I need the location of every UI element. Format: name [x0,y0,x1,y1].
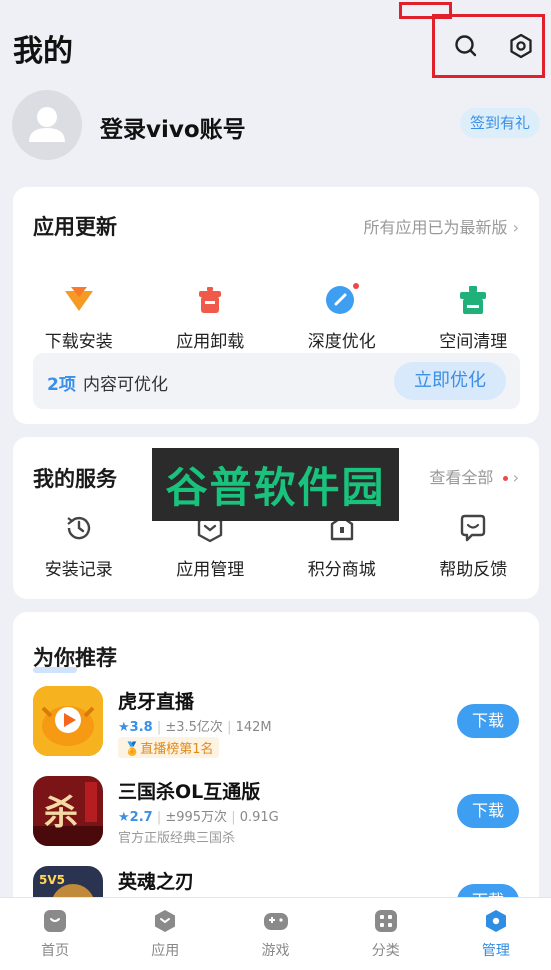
action-uninstall[interactable]: 应用卸载 [145,283,277,352]
service-help-feedback[interactable]: 帮助反馈 [408,511,540,580]
app-name: 三国杀OL互通版 [118,781,261,803]
service-points-mall[interactable]: 积分商城 [276,511,408,580]
svg-text:杀: 杀 [44,793,78,833]
tab-label: 管理 [481,943,510,959]
top-header: 我的 [0,0,551,90]
tab-manage[interactable]: 管理 [441,898,551,970]
chevron-right-icon: › [512,218,519,237]
app-rating: 3.8 [129,720,153,735]
svg-text:5V5: 5V5 [39,873,65,887]
download-button[interactable]: 下载 [457,704,519,738]
app-update-card: 应用更新 所有应用已为最新版 › 下载安装 应用卸载 深度优化 空间清理 2项 … [13,187,539,424]
recommend-app-row[interactable]: 虎牙直播 ★3.8 | ±3.5亿次 | 142M 🏅直播榜第1名 下载 [33,686,519,758]
service-label: 安装记录 [44,560,113,580]
star-icon: ★ [118,720,130,735]
page-title: 我的 [13,34,73,69]
title-underline [33,667,77,673]
app-rank-tag: 🏅直播榜第1名 [118,737,220,758]
action-label: 下载安装 [44,332,113,352]
app-size: 142M [235,720,272,735]
avatar[interactable] [12,90,82,160]
optimize-text: 内容可优化 [83,375,168,395]
my-services-title: 我的服务 [33,467,117,491]
service-app-manage[interactable]: 应用管理 [145,511,277,580]
medal-icon: 🏅 [124,742,141,757]
app-icon-huya[interactable] [33,686,103,756]
tab-label: 首页 [41,943,70,959]
tab-category[interactable]: 分类 [331,898,441,970]
app-update-status-link[interactable]: 所有应用已为最新版 › [363,214,519,238]
history-icon [62,511,96,545]
app-name: 英魂之刃 [118,871,195,893]
uninstall-icon [193,283,227,317]
search-icon [455,35,477,57]
home-icon [42,908,68,934]
download-button[interactable]: 下载 [457,794,519,828]
app-name: 虎牙直播 [118,691,195,713]
app-icon-sanguosha[interactable]: 杀 [33,776,103,846]
view-all-text: 查看全部 [429,468,494,487]
app-downloads: ±995万次 [165,810,228,825]
optimize-bar: 2项 内容可优化 立即优化 [33,353,520,409]
download-install-icon [62,283,96,317]
tab-label: 应用 [151,943,180,959]
app-size: 0.91G [239,810,279,825]
optimize-count: 2项 [47,375,76,395]
app-rating: 2.7 [129,810,153,825]
services-grid: 安装记录 应用管理 积分商城 帮助反馈 [13,511,539,580]
action-download-install[interactable]: 下载安装 [13,283,145,352]
apps-icon [152,908,178,934]
profile-row[interactable]: 登录vivo账号 签到有礼 [12,90,542,160]
service-install-history[interactable]: 安装记录 [13,511,145,580]
settings-hex-icon [510,33,532,59]
tab-label: 分类 [371,943,400,959]
app-update-status-text: 所有应用已为最新版 [363,218,508,237]
tab-label: 游戏 [261,943,290,959]
tab-apps[interactable]: 应用 [110,898,220,970]
app-desc: 官方正版经典三国杀 [118,831,236,846]
view-all-link[interactable]: 查看全部 › [429,464,519,488]
recommend-card: 为你推荐 虎牙直播 ★3.8 | ±3.5亿次 | 142M 🏅直播榜第1名 下… [13,612,539,936]
service-label: 帮助反馈 [439,560,508,580]
app-meta: ★2.7 | ±995万次 | 0.91G [118,810,279,825]
app-update-actions: 下载安装 应用卸载 深度优化 空间清理 [13,283,539,352]
tab-home[interactable]: 首页 [0,898,110,970]
watermark-logo: 谷普软件园 [152,448,399,521]
manage-icon [483,908,509,934]
bottom-tab-bar: 首页 应用 游戏 分类 管理 [0,897,551,970]
feedback-icon [456,511,490,545]
action-label: 深度优化 [307,332,376,352]
red-dot-icon [502,476,508,481]
deep-optimize-icon [325,283,359,317]
watermark-text: 谷普软件园 [165,463,386,512]
category-icon [373,908,399,934]
tab-games[interactable]: 游戏 [220,898,330,970]
settings-button[interactable] [505,30,537,62]
gamepad-icon [263,908,289,934]
optimize-now-button[interactable]: 立即优化 [394,362,506,400]
space-clean-icon [456,283,490,317]
sign-in-reward-button[interactable]: 签到有礼 [459,108,540,138]
chevron-right-icon: › [512,468,519,487]
login-link[interactable]: 登录vivo账号 [100,110,246,144]
action-space-clean[interactable]: 空间清理 [408,283,540,352]
action-deep-optimize[interactable]: 深度优化 [276,283,408,352]
app-meta: ★3.8 | ±3.5亿次 | 142M [118,720,272,735]
service-label: 积分商城 [307,560,376,580]
recommend-app-row[interactable]: 杀 三国杀OL互通版 ★2.7 | ±995万次 | 0.91G 官方正版经典三… [33,776,519,848]
user-avatar-icon [29,107,65,142]
service-label: 应用管理 [176,560,245,580]
star-icon: ★ [118,810,130,825]
app-downloads: ±3.5亿次 [165,720,223,735]
action-label: 空间清理 [439,332,508,352]
app-update-title: 应用更新 [33,215,117,239]
search-button[interactable] [450,30,482,62]
action-label: 应用卸载 [176,332,245,352]
